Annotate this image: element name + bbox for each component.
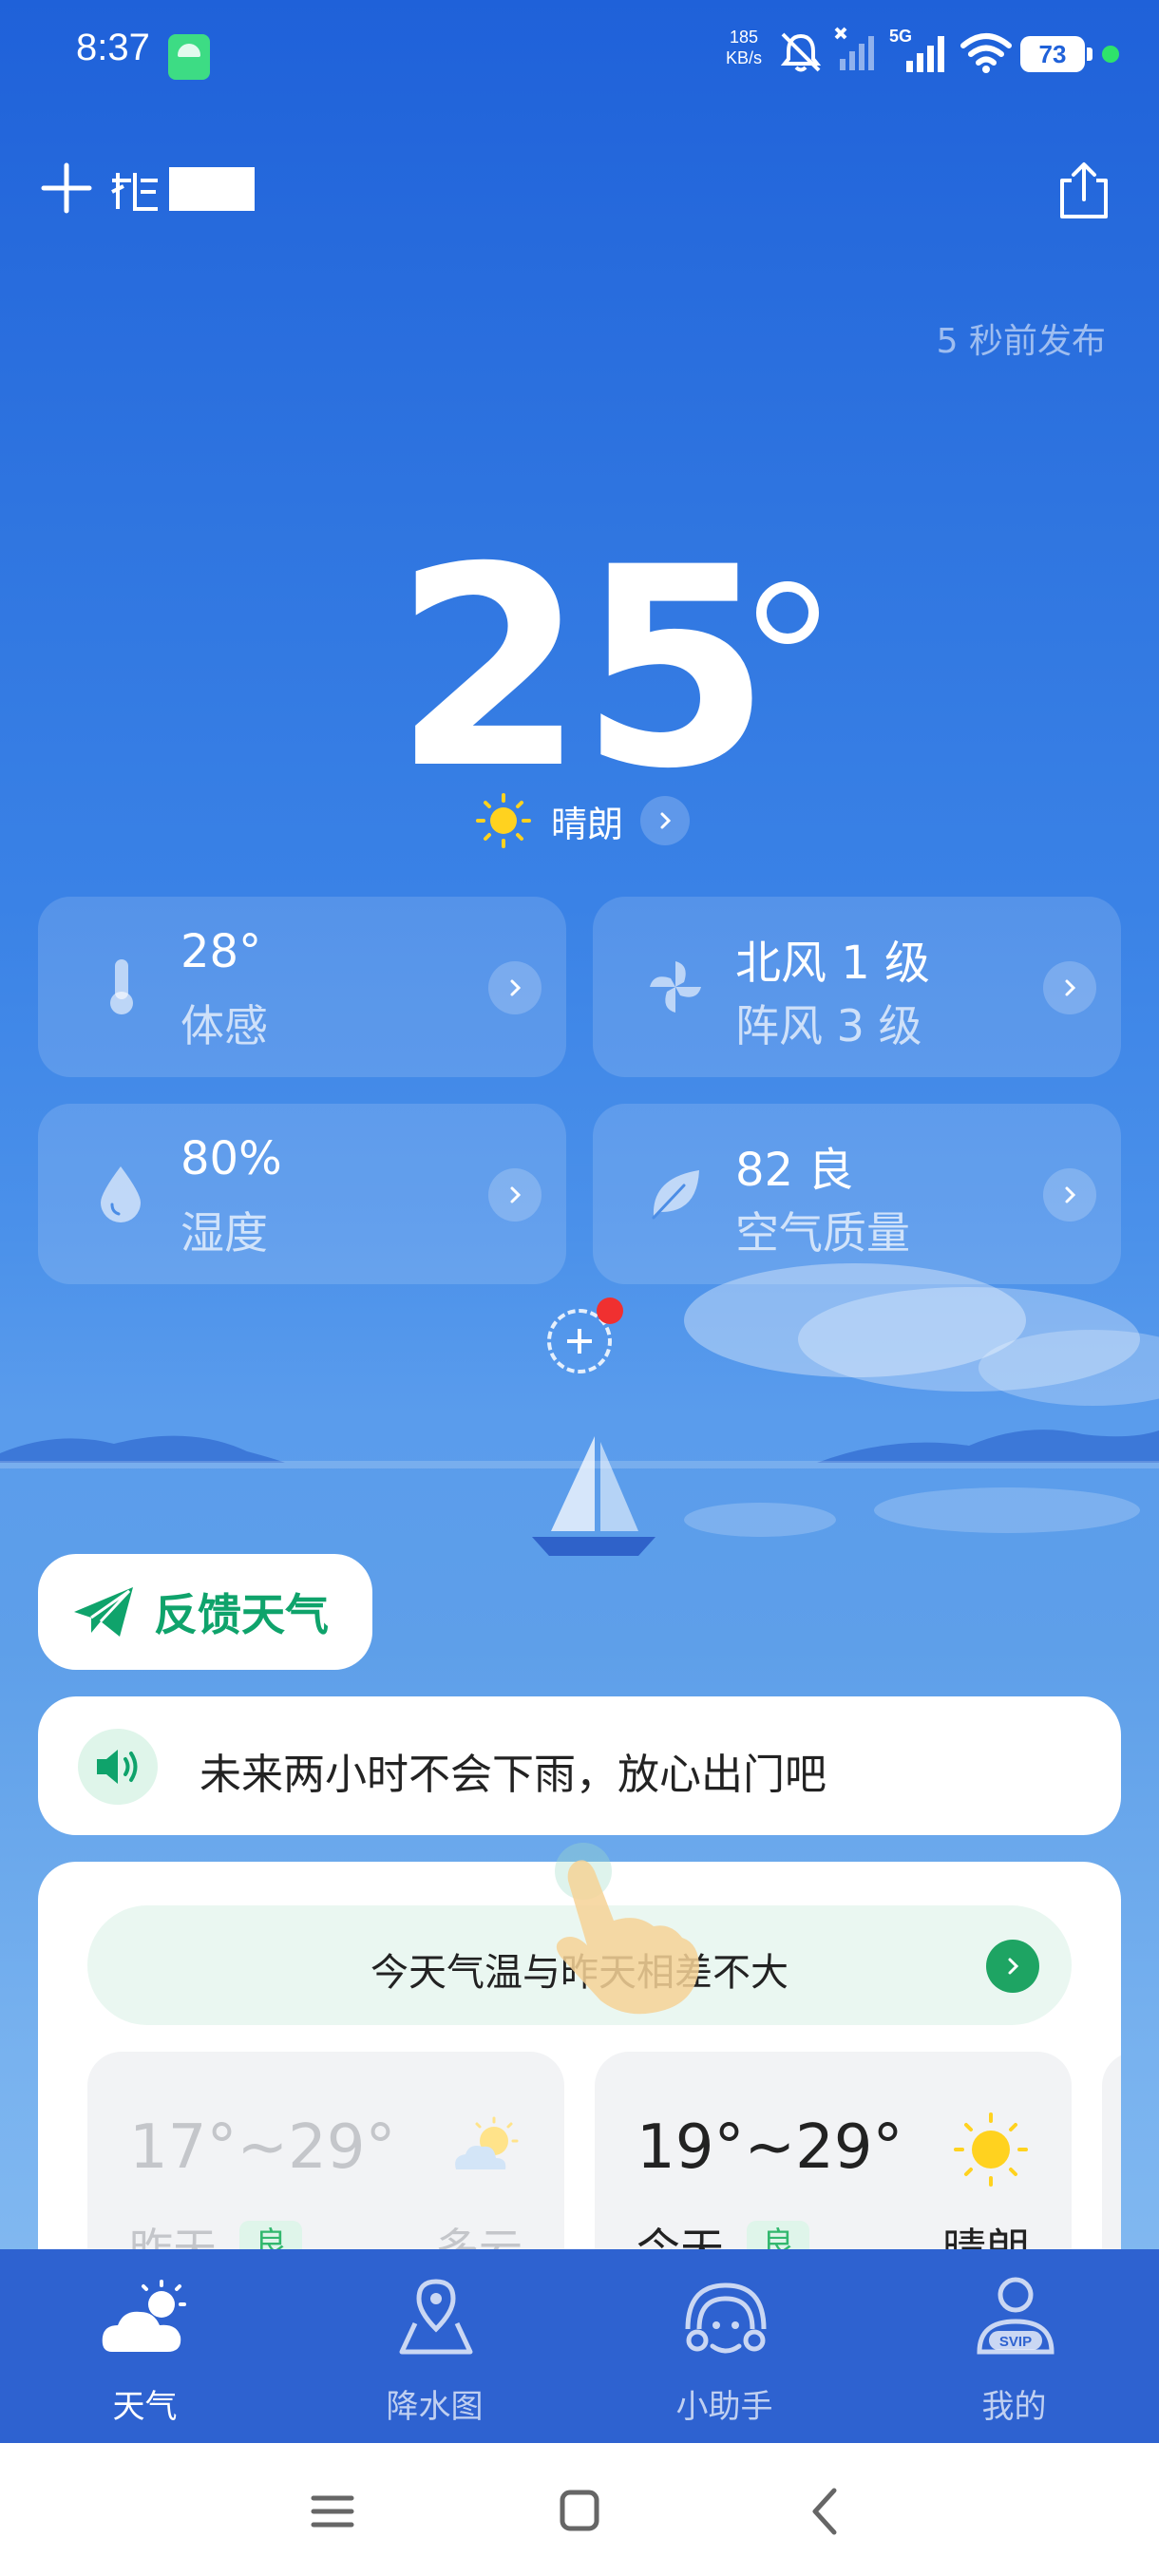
droplet-icon [101, 1166, 141, 1222]
yesterday-range: 17°~29° [129, 2112, 396, 2183]
feels-like-label: 体感 [180, 1000, 268, 1051]
feels-like-card[interactable]: 28° 体感 [38, 897, 566, 1077]
chevron-right-icon [510, 979, 522, 996]
chevron-right-icon [1065, 1186, 1076, 1203]
menu-icon[interactable] [294, 2477, 370, 2544]
air-quality-value: 82 良 [735, 1144, 854, 1197]
map-pin-icon [399, 2279, 473, 2355]
svg-text:SVIP: SVIP [999, 2334, 1032, 2350]
chevron-right-icon [510, 1186, 522, 1203]
tab-precipitation-label: 降水图 [386, 2388, 484, 2426]
feedback-label: 反馈天气 [154, 1589, 329, 1640]
privacy-indicator [1102, 46, 1119, 63]
wind-gust-label: 阵风 3 级 [735, 1000, 922, 1051]
battery-icon: 73 [1020, 36, 1092, 72]
rain-alert[interactable]: 未来两小时不会下雨，放心出门吧 [38, 1696, 1121, 1835]
rain-alert-text: 未来两小时不会下雨，放心出门吧 [200, 1751, 826, 1799]
android-app-icon [168, 34, 210, 80]
wind-value: 北风 1 级 [735, 937, 931, 990]
chevron-right-icon [1065, 979, 1076, 996]
tab-profile-label: 我的 [981, 2388, 1047, 2426]
feedback-button[interactable]: 反馈天气 [38, 1554, 372, 1670]
mute-icon [780, 32, 822, 72]
tab-weather-label: 天气 [112, 2388, 178, 2426]
signal-5g-icon [906, 36, 944, 72]
chevron-right-icon [1008, 1958, 1019, 1975]
plus-icon[interactable] [38, 160, 95, 217]
bottom-tab-bar: 天气 降水图 小助手 SVIP 我的 [0, 2249, 1159, 2443]
system-nav-bar [0, 2443, 1159, 2576]
profile-svip-icon: SVIP [977, 2277, 1054, 2355]
assistant-icon [685, 2282, 767, 2354]
city-name-redacted [169, 167, 255, 211]
status-time: 8:37 [76, 27, 150, 68]
air-quality-chevron[interactable] [1043, 1168, 1096, 1222]
today-card[interactable]: 19°~29° 今天 良 晴朗 [595, 2052, 1072, 2261]
partly-cloudy-icon [455, 2116, 519, 2169]
feels-like-chevron[interactable] [488, 961, 542, 1014]
thermometer-icon [110, 959, 133, 1014]
next-day-card-peek[interactable] [1102, 2052, 1121, 2261]
humidity-value: 80% [180, 1132, 282, 1185]
feels-like-value: 28° [180, 925, 262, 978]
condition-row[interactable]: 晴朗 [475, 790, 691, 851]
tab-assistant-label: 小助手 [675, 2388, 773, 2426]
published-time: 5 秒前发布 [936, 322, 1106, 361]
leaf-icon [652, 1170, 699, 1220]
chevron-right-icon [660, 812, 672, 829]
net-speed-value: 185 [729, 28, 759, 47]
tab-assistant[interactable]: 小助手 [580, 2249, 869, 2443]
net-speed-unit: KB/s [726, 48, 763, 67]
condition-chevron[interactable] [640, 796, 691, 845]
tap-gesture-hand-icon [555, 1843, 699, 2015]
compare-chevron[interactable] [986, 1940, 1039, 1993]
current-temperature: 25 [393, 509, 771, 829]
degree-symbol [756, 581, 819, 644]
yesterday-card[interactable]: 17°~29° 昨天 良 多云 [87, 2052, 564, 2261]
tab-precipitation-map[interactable]: 降水图 [290, 2249, 580, 2443]
wifi-icon [960, 33, 1012, 73]
weather-icon [102, 2280, 186, 2352]
sun-icon [476, 793, 531, 848]
sun-icon [954, 2112, 1028, 2187]
signal-off-icon [834, 27, 874, 70]
humidity-chevron[interactable] [488, 1168, 542, 1222]
wind-chevron[interactable] [1043, 961, 1096, 1014]
back-icon[interactable] [788, 2477, 864, 2544]
paper-plane-icon [74, 1587, 133, 1637]
today-range: 19°~29° [636, 2112, 903, 2183]
home-icon[interactable] [542, 2477, 618, 2544]
condition-text: 晴朗 [551, 803, 624, 845]
net-speed: 185 KB/s [726, 27, 762, 68]
speaker-icon [78, 1729, 158, 1805]
tab-weather[interactable]: 天气 [0, 2249, 290, 2443]
notification-dot [597, 1297, 623, 1324]
wind-icon [650, 961, 701, 1013]
wind-card[interactable]: 北风 1 级 阵风 3 级 [593, 897, 1121, 1077]
share-icon[interactable] [1054, 160, 1113, 222]
tab-profile[interactable]: SVIP 我的 [869, 2249, 1159, 2443]
